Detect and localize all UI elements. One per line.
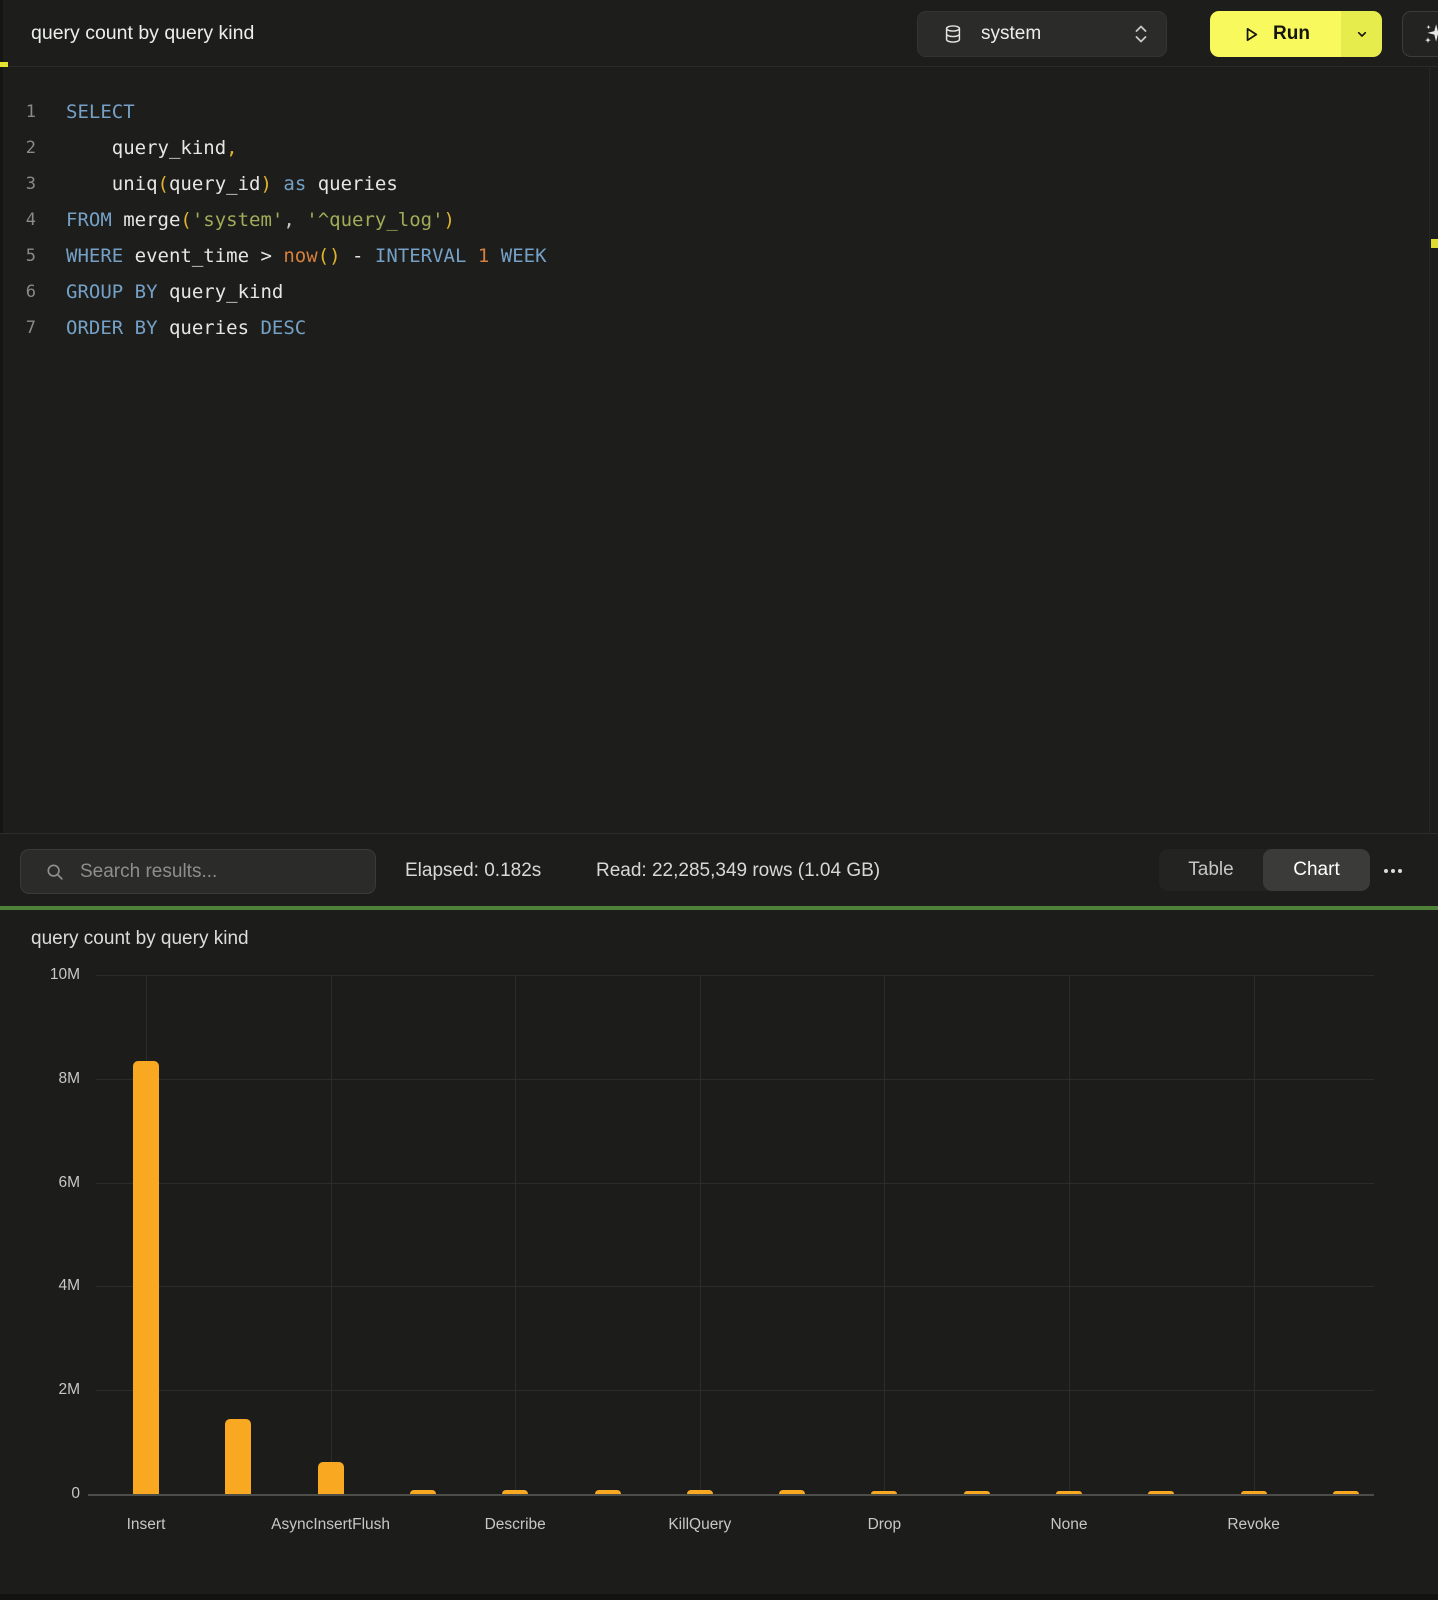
bar-unlabeled-7[interactable] (779, 1490, 805, 1494)
code-text: SELECT (66, 94, 135, 130)
code-line[interactable]: 2 query_kind, (0, 130, 1420, 166)
x-axis-line (88, 1494, 1374, 1496)
code-text: uniq(query_id) as queries (66, 166, 398, 202)
bar-insert[interactable] (133, 1061, 159, 1494)
y-gridline (96, 975, 1374, 976)
chevron-up-down-icon (1132, 23, 1150, 45)
chart-title: query count by query kind (31, 928, 249, 950)
y-axis-tick-label: 2M (18, 1381, 80, 1399)
line-number: 4 (0, 202, 36, 238)
x-gridline (331, 975, 332, 1494)
code-line[interactable]: 6 GROUP BY query_kind (0, 274, 1420, 310)
table-view-button[interactable]: Table (1159, 849, 1263, 891)
left-edge-strip (0, 0, 3, 833)
bar-none[interactable] (1056, 1491, 1082, 1494)
bar-unlabeled-11[interactable] (1148, 1491, 1174, 1494)
x-gridline (1254, 975, 1255, 1494)
line-number: 5 (0, 238, 36, 274)
chart-view-button[interactable]: Chart (1263, 849, 1370, 891)
bar-revoke[interactable] (1241, 1491, 1267, 1494)
bar-killquery[interactable] (687, 1490, 713, 1494)
database-selector[interactable]: system (917, 11, 1167, 57)
magnifier-icon (44, 861, 66, 883)
read-stat: Read: 22,285,349 rows (1.04 GB) (596, 834, 880, 907)
line-number: 2 (0, 130, 36, 166)
active-tab-indicator (0, 62, 8, 67)
x-axis-category-label: Drop (794, 1516, 974, 1534)
y-axis-tick-label: 0 (18, 1485, 80, 1503)
bar-unlabeled-3[interactable] (410, 1490, 436, 1494)
line-number: 7 (0, 310, 36, 346)
code-text: WHERE event_time > now() - INTERVAL 1 WE… (66, 238, 547, 274)
sql-console-window: query count by query kind system (0, 0, 1438, 1600)
code-line[interactable]: 5 WHERE event_time > now() - INTERVAL 1 W… (0, 238, 1420, 274)
bar-asyncinsertflush[interactable] (318, 1462, 344, 1494)
sparkle-icon (1422, 21, 1438, 47)
bar-unlabeled-1[interactable] (225, 1419, 251, 1494)
x-axis-category-label: KillQuery (610, 1516, 790, 1534)
y-gridline (96, 1079, 1374, 1080)
code-line[interactable]: 3 uniq(query_id) as queries (0, 166, 1420, 202)
code-line[interactable]: 1 SELECT (0, 94, 1420, 130)
y-gridline (96, 1286, 1374, 1287)
bottom-edge (0, 1594, 1438, 1600)
bar-unlabeled-9[interactable] (964, 1491, 990, 1494)
bar-unlabeled-13[interactable] (1333, 1491, 1359, 1494)
run-button-label: Run (1273, 23, 1310, 45)
bar-unlabeled-5[interactable] (595, 1490, 621, 1494)
line-number: 6 (0, 274, 36, 310)
x-axis-category-label: Insert (56, 1516, 236, 1534)
chevron-down-icon (1354, 26, 1370, 42)
view-toggle: Table Chart (1159, 849, 1370, 891)
x-gridline (515, 975, 516, 1494)
x-axis-category-label: Describe (425, 1516, 605, 1534)
bar-describe[interactable] (502, 1490, 528, 1494)
y-axis-tick-label: 10M (18, 966, 80, 984)
bar-drop[interactable] (871, 1491, 897, 1494)
x-gridline (884, 975, 885, 1494)
ellipsis-icon (1384, 869, 1402, 873)
chart-panel: query count by query kind 10M 8M 6M 4M 2M 0 In… (0, 910, 1438, 1594)
run-options-button[interactable] (1341, 11, 1382, 57)
database-icon (942, 23, 964, 45)
overview-ruler-marker (1431, 239, 1438, 248)
code-line[interactable]: 7 ORDER BY queries DESC (0, 310, 1420, 346)
code-text: query_kind, (66, 130, 238, 166)
code-text: ORDER BY queries DESC (66, 310, 306, 346)
code-text: FROM merge('system', '^query_log') (66, 202, 455, 238)
y-axis-tick-label: 4M (18, 1277, 80, 1295)
query-header: query count by query kind system (0, 0, 1438, 67)
run-split-button: Run (1210, 11, 1382, 57)
database-selector-value: system (981, 23, 1132, 45)
line-number: 1 (0, 94, 36, 130)
sql-editor[interactable]: 1SELECT2 query_kind,3 uniq(query_id) as … (0, 67, 1438, 833)
run-button[interactable]: Run (1210, 11, 1341, 57)
y-axis-tick-label: 8M (18, 1070, 80, 1088)
elapsed-stat: Elapsed: 0.182s (405, 834, 541, 907)
play-icon (1241, 24, 1262, 45)
results-toolbar: Elapsed: 0.182s Read: 22,285,349 rows (1… (0, 833, 1438, 907)
ai-sparkle-button[interactable] (1402, 11, 1438, 57)
search-box (20, 849, 376, 894)
code-line[interactable]: 4 FROM merge('system', '^query_log') (0, 202, 1420, 238)
x-axis-category-label: Revoke (1164, 1516, 1344, 1534)
x-axis-category-label: None (979, 1516, 1159, 1534)
line-number: 3 (0, 166, 36, 202)
x-gridline (1069, 975, 1070, 1494)
y-axis-tick-label: 6M (18, 1174, 80, 1192)
code-lines: 1SELECT2 query_kind,3 uniq(query_id) as … (0, 94, 1420, 346)
x-gridline (700, 975, 701, 1494)
more-options-button[interactable] (1378, 860, 1408, 882)
search-results-input[interactable] (78, 860, 365, 884)
y-gridline (96, 1390, 1374, 1391)
code-text: GROUP BY query_kind (66, 274, 283, 310)
indent-guide (70, 128, 71, 204)
y-gridline (96, 1183, 1374, 1184)
editor-scrollbar[interactable] (1429, 67, 1438, 833)
x-axis-category-label: AsyncInsertFlush (241, 1516, 421, 1534)
query-title: query count by query kind (31, 0, 254, 66)
